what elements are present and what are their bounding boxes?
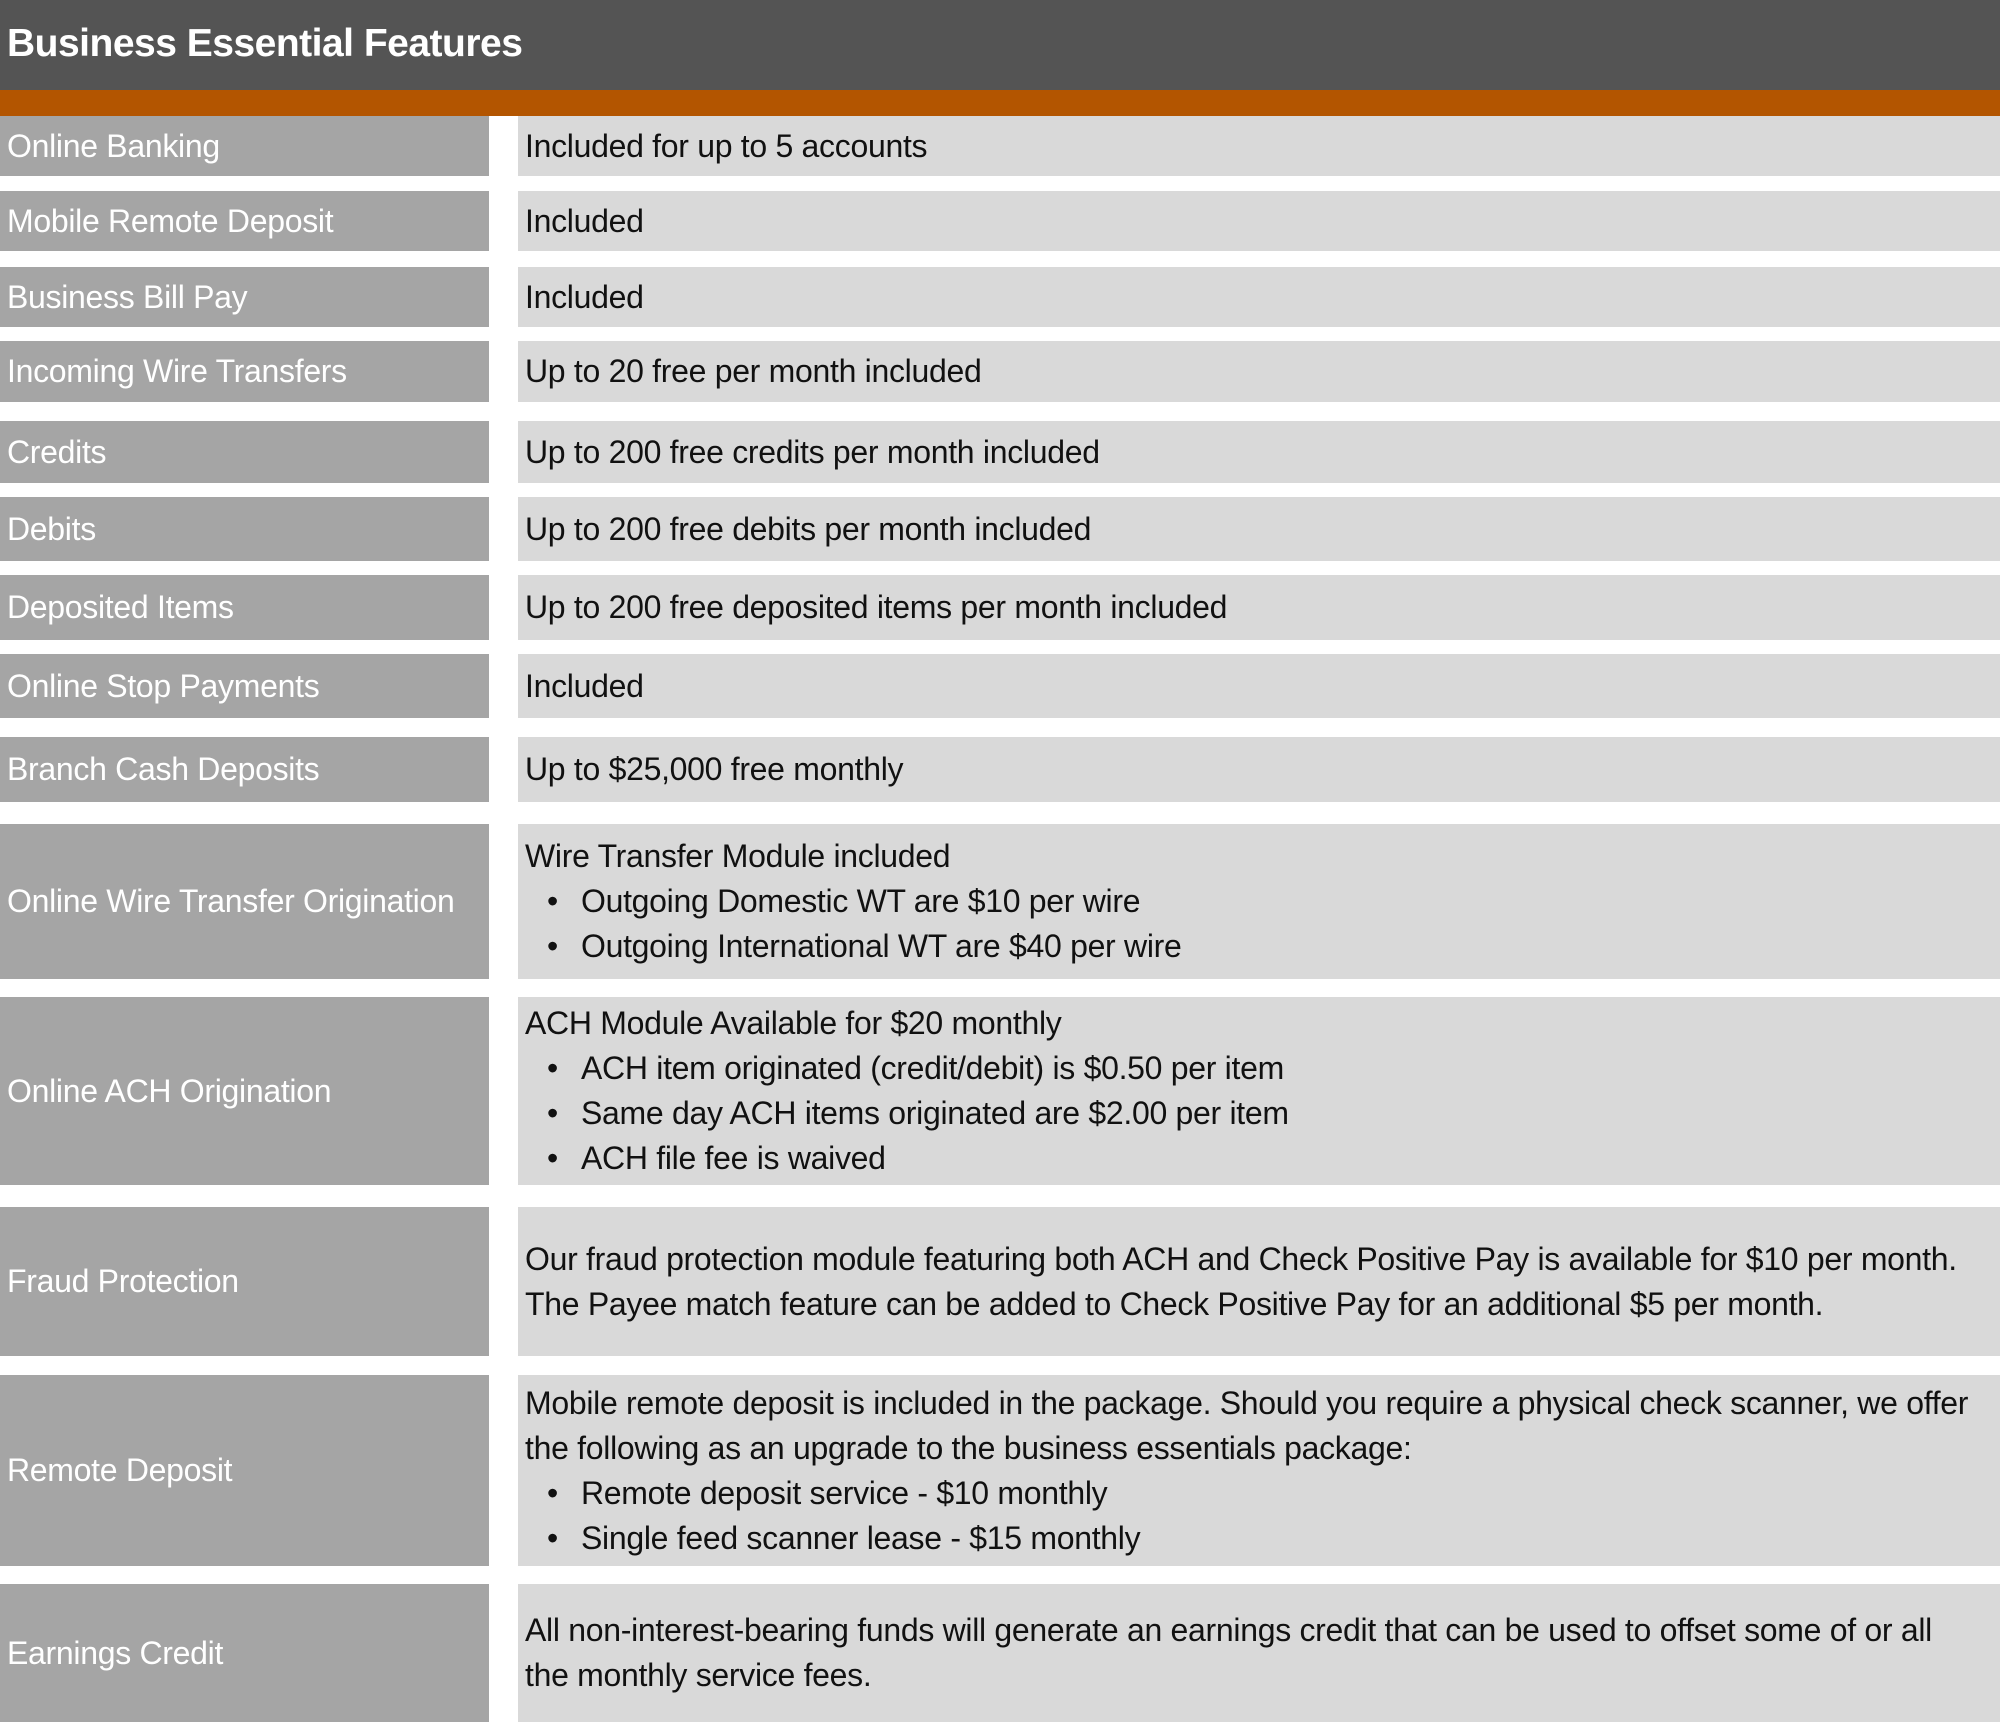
bullet-text: Same day ACH items originated are $2.00 … [581,1095,1289,1131]
feature-value: Wire Transfer Module included • Outgoing … [518,824,2000,979]
feature-value-text: Included for up to 5 accounts [525,127,928,164]
feature-label: Earnings Credit [0,1584,489,1722]
feature-value-text: Included [525,667,644,704]
bullet-text: Remote deposit service - $10 monthly [581,1474,1108,1511]
bullet-text: Outgoing Domestic WT are $10 per wire [581,883,1141,919]
feature-value-text: Up to 200 free credits per month include… [525,433,1100,470]
bullet-icon: • [547,1474,558,1511]
feature-label: Online Banking [0,116,489,176]
bullet-icon: • [547,1519,558,1556]
feature-row-mobile-remote-deposit: Mobile Remote Deposit Included [0,191,2000,251]
feature-row-online-ach-origination: Online ACH Origination ACH Module Availa… [0,997,2000,1185]
feature-bullet-item: • Single feed scanner lease - $15 monthly [525,1516,2000,1561]
feature-value-text: Wire Transfer Module included [525,838,951,874]
feature-value: Mobile remote deposit is included in the… [518,1375,2000,1566]
feature-label: Branch Cash Deposits [0,737,489,802]
feature-row-online-stop-payments: Online Stop Payments Included [0,654,2000,718]
feature-row-online-banking: Online Banking Included for up to 5 acco… [0,116,2000,176]
header-bar: Business Essential Features [0,0,2000,90]
feature-value-text: Up to $25,000 free monthly [525,751,904,787]
feature-value-text: Included [525,278,644,315]
feature-label: Mobile Remote Deposit [0,191,489,251]
feature-value-text: All non-interest-bearing funds will gene… [525,1612,1932,1693]
feature-label: Online Stop Payments [0,654,489,718]
feature-value-text: Included [525,202,644,239]
feature-value: Included [518,191,2000,251]
feature-row-deposited-items: Deposited Items Up to 200 free deposited… [0,575,2000,640]
feature-label: Deposited Items [0,575,489,640]
feature-label: Online Wire Transfer Origination [0,824,489,979]
feature-bullet-item: • Same day ACH items originated are $2.00… [525,1091,2000,1136]
bullet-icon: • [547,1140,558,1176]
feature-value: Up to $25,000 free monthly [518,737,2000,802]
feature-bullet-item: • ACH item originated (credit/debit) is $… [525,1046,2000,1091]
feature-value-text: Up to 200 free deposited items per month… [525,589,1228,625]
feature-value-text: Up to 20 free per month included [525,353,982,389]
feature-row-debits: Debits Up to 200 free debits per month i… [0,497,2000,561]
feature-value: Our fraud protection module featuring bo… [518,1207,2000,1356]
feature-value: Up to 200 free credits per month include… [518,421,2000,483]
feature-row-remote-deposit: Remote Deposit Mobile remote deposit is … [0,1375,2000,1566]
page-title: Business Essential Features [7,22,523,65]
feature-row-business-bill-pay: Business Bill Pay Included [0,267,2000,327]
feature-bullet-item: • Outgoing International WT are $40 per w… [525,924,2000,969]
feature-value: ACH Module Available for $20 monthly • AC… [518,997,2000,1185]
feature-value: Up to 20 free per month included [518,341,2000,402]
feature-row-credits: Credits Up to 200 free credits per month… [0,421,2000,483]
feature-bullet-item: • Outgoing Domestic WT are $10 per wire [525,879,2000,924]
feature-bullet-list: • Outgoing Domestic WT are $10 per wire •… [525,879,2000,969]
feature-bullet-list: • Remote deposit service - $10 monthly • S… [525,1471,2000,1561]
bullet-icon: • [547,1050,558,1086]
feature-label: Fraud Protection [0,1207,489,1356]
feature-row-branch-cash-deposits: Branch Cash Deposits Up to $25,000 free … [0,737,2000,802]
feature-value-text: ACH Module Available for $20 monthly [525,1005,1062,1041]
feature-row-fraud-protection: Fraud Protection Our fraud protection mo… [0,1207,2000,1356]
feature-value-text: Up to 200 free debits per month included [525,510,1092,547]
bullet-text: ACH item originated (credit/debit) is $0… [581,1050,1284,1086]
feature-row-online-wire-transfer-origination: Online Wire Transfer Origination Wire Tr… [0,824,2000,979]
feature-bullet-item: • ACH file fee is waived [525,1136,2000,1181]
bullet-text: Outgoing International WT are $40 per wi… [581,928,1182,964]
feature-value: Included [518,654,2000,718]
feature-row-incoming-wire-transfers: Incoming Wire Transfers Up to 20 free pe… [0,341,2000,402]
feature-value: Up to 200 free deposited items per month… [518,575,2000,640]
feature-value: Included for up to 5 accounts [518,116,2000,176]
feature-label: Online ACH Origination [0,997,489,1185]
bullet-icon: • [547,1095,558,1131]
feature-value: Included [518,267,2000,327]
feature-row-earnings-credit: Earnings Credit All non-interest-bearing… [0,1584,2000,1722]
feature-bullet-item: • Remote deposit service - $10 monthly [525,1471,2000,1516]
feature-bullet-list: • ACH item originated (credit/debit) is $… [525,1046,2000,1181]
feature-value-text: Mobile remote deposit is included in the… [525,1384,1969,1466]
bullet-text: ACH file fee is waived [581,1140,886,1176]
feature-label: Debits [0,497,489,561]
bullet-icon: • [547,883,558,919]
feature-label: Remote Deposit [0,1375,489,1566]
feature-label: Business Bill Pay [0,267,489,327]
bullet-icon: • [547,928,558,964]
feature-label: Credits [0,421,489,483]
feature-label: Incoming Wire Transfers [0,341,489,402]
feature-value-text: Our fraud protection module featuring bo… [525,1240,1957,1322]
feature-value: Up to 200 free debits per month included [518,497,2000,561]
bullet-text: Single feed scanner lease - $15 monthly [581,1519,1141,1556]
feature-value: All non-interest-bearing funds will gene… [518,1584,2000,1722]
accent-divider [0,90,2000,116]
